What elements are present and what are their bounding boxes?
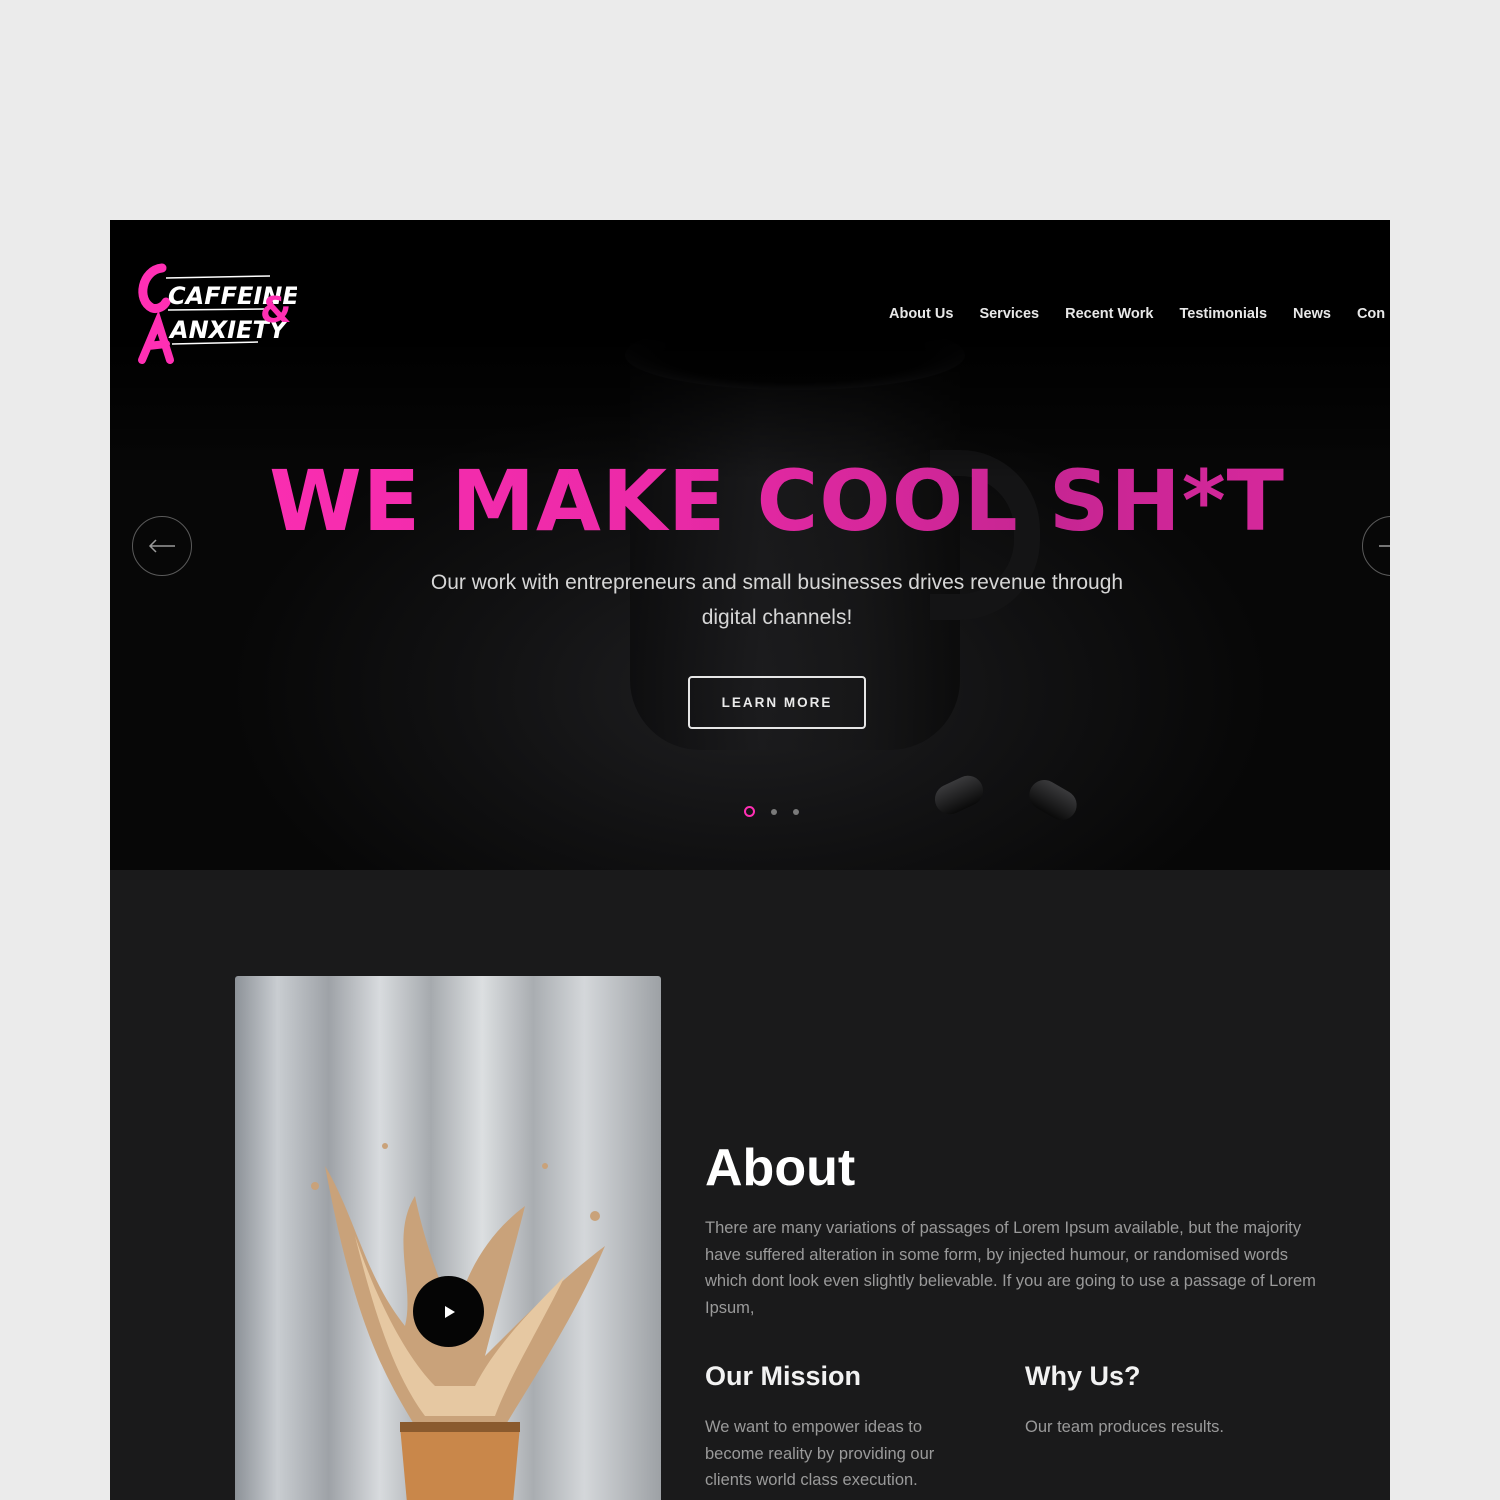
learn-more-button[interactable]: LEARN MORE bbox=[688, 676, 866, 729]
why-us-title: Why Us? bbox=[1025, 1361, 1141, 1391]
brand-logo-mark: CAFFEINE ANXIETY & bbox=[138, 263, 299, 364]
hero-background-pill bbox=[1023, 774, 1083, 826]
hero-subtitle: Our work with entrepreneurs and small bu… bbox=[430, 571, 1124, 629]
about-title: About bbox=[705, 1139, 856, 1197]
slider-pagination bbox=[744, 806, 799, 817]
page-frame: CAFFEINE ANXIETY & About Us Services Rec… bbox=[110, 220, 1390, 1500]
slider-dot[interactable] bbox=[793, 808, 799, 815]
brand-logo[interactable]: CAFFEINE ANXIETY & bbox=[132, 260, 299, 370]
hero-slider: CAFFEINE ANXIETY & About Us Services Rec… bbox=[110, 220, 1390, 870]
mission-title: Our Mission bbox=[705, 1361, 862, 1391]
about-video-thumbnail[interactable] bbox=[235, 976, 661, 1500]
hero-shade bbox=[110, 220, 1390, 480]
nav-item-recent-work[interactable]: Recent Work bbox=[1065, 306, 1153, 322]
nav-item-news[interactable]: News bbox=[1293, 306, 1331, 322]
hero-background-pill bbox=[930, 770, 988, 820]
main-nav: About Us Services Recent Work Testimonia… bbox=[889, 306, 1390, 322]
nav-item-testimonials[interactable]: Testimonials bbox=[1179, 306, 1267, 322]
nav-item-contact[interactable]: Con bbox=[1357, 306, 1385, 322]
mission-text: We want to empower ideas to become reali… bbox=[705, 1418, 935, 1489]
slider-dot[interactable] bbox=[771, 808, 777, 815]
play-icon bbox=[444, 1305, 455, 1318]
svg-text:&: & bbox=[260, 290, 291, 331]
nav-item-services[interactable]: Services bbox=[979, 306, 1039, 322]
why-us-text: Our team produces results. bbox=[1025, 1418, 1224, 1436]
nav-item-about-us[interactable]: About Us bbox=[889, 306, 953, 322]
about-text: There are many variations of passages of… bbox=[705, 1219, 1316, 1317]
hero-headline: WE MAKE COOL SH*T bbox=[110, 452, 1390, 550]
slider-dot-active[interactable] bbox=[744, 806, 755, 817]
play-video-button[interactable] bbox=[413, 1276, 484, 1347]
